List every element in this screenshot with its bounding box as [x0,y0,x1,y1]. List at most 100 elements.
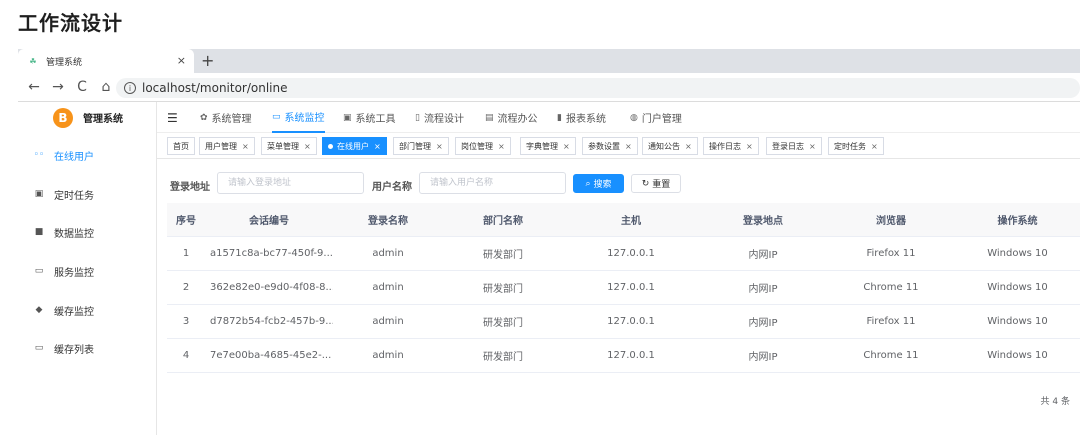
tag-view-item[interactable]: 首页 [167,137,195,155]
table-row[interactable]: 4 7e7e00ba-4685-45e2-... admin 研发部门 127.0.0.… [167,339,1080,373]
tag-view-item[interactable]: 岗位管理 × [455,137,511,155]
topnav-item[interactable]: ✿ 系统管理 [200,102,252,133]
table-cell: Windows 10 [987,350,1048,361]
tag-view-item[interactable]: 字典管理 × [520,137,576,155]
tag-view-item[interactable]: 登录日志 × [766,137,822,155]
close-tag-icon[interactable]: × [809,142,816,151]
table-cell: admin [372,248,404,259]
app-name: 管理系统 [83,114,123,125]
topnav-item[interactable]: ▣ 系统工具 [343,102,396,133]
topnav-item[interactable]: ▭ 系统监控 [272,102,325,133]
hamburger-icon[interactable]: ☰ [167,111,178,125]
table-header: 序号 会话编号 登录名称 部门名称 主机 登录地点 浏览器 操作系统 [167,203,1080,237]
close-tag-icon[interactable]: × [563,142,570,151]
home-icon[interactable]: ⌂ [96,79,116,95]
sidebar-item[interactable]: ◆ 缓存监控 [18,297,156,323]
column-header: 部门名称 [483,216,523,227]
table-cell: admin [372,316,404,327]
tag-view-item[interactable]: 操作日志 × [703,137,759,155]
search-button-label: 搜索 [593,180,612,190]
table-cell: 研发部门 [483,318,523,329]
pagination-total: 共 4 条 [1040,397,1070,407]
redis-icon: ◆ [35,305,43,315]
toolbox-icon: ▣ [343,112,352,123]
close-tag-icon[interactable]: × [746,142,753,151]
sidebar-item[interactable]: ▣ 定时任务 [18,181,156,207]
monitor-icon: ▭ [34,266,44,276]
close-tag-icon[interactable]: × [242,142,249,151]
forward-icon[interactable]: → [48,79,68,95]
address-bar[interactable]: i localhost/monitor/online [116,78,1080,98]
online-users-table: 序号 会话编号 登录名称 部门名称 主机 登录地点 浏览器 操作系统 1 a1571c8a-bc… [167,203,1080,373]
tag-view-item[interactable]: 参数设置 × [582,137,638,155]
table-cell: 4 [182,350,190,361]
close-tag-icon[interactable]: × [685,142,692,151]
tag-label: 通知公告 [648,141,680,151]
table-cell: 内网IP [748,284,778,295]
close-tag-icon[interactable]: × [304,142,311,151]
browser-tab-strip: ☘ 管理系统 × + [18,49,1080,73]
tag-view-item[interactable]: 定时任务 × [828,137,884,155]
tag-view-item[interactable]: 在线用户 × [322,137,387,155]
username-input[interactable] [419,172,566,194]
page-title: 工作流设计 [18,11,123,35]
sidebar-item[interactable]: ◦◦ 在线用户 [18,142,156,168]
sidebar-item-label: 定时任务 [54,190,94,202]
topnav-item[interactable]: ▯ 流程设计 [415,102,464,133]
sidebar-item[interactable]: ▭ 缓存列表 [18,335,156,361]
table-cell: 内网IP [748,352,778,363]
tag-view-item[interactable]: 用户管理 × [199,137,255,155]
column-header: 登录名称 [368,216,408,227]
topnav-item-label: 系统管理 [211,114,252,125]
close-tag-icon[interactable]: × [498,142,505,151]
search-icon: ⌕ [585,178,591,189]
topnav-item-label: 系统监控 [284,113,325,124]
table-cell: 362e82e0-e9d0-4f08-8... [210,282,333,293]
close-tab-icon[interactable]: × [177,54,186,67]
topnav-item[interactable]: ◍ 门户管理 [630,102,682,133]
tag-view-item[interactable]: 部门管理 × [393,137,449,155]
table-cell: 1 [182,248,190,259]
job-icon: ▣ [34,189,44,199]
browser-tab-title: 管理系统 [46,57,83,68]
username-label: 用户名称 [372,182,412,193]
table-cell: 研发部门 [483,284,523,295]
ip-label: 登录地址 [170,182,210,193]
topnav-item-label: 流程办公 [497,114,538,125]
table-cell: Firefox 11 [866,248,916,259]
close-tag-icon[interactable]: × [374,142,381,151]
info-icon[interactable]: i [124,82,136,94]
close-tag-icon[interactable]: × [436,142,443,151]
browser-toolbar: ← → C ⌂ i localhost/monitor/online [18,73,1080,102]
tag-view-item[interactable]: 菜单管理 × [261,137,317,155]
back-icon[interactable]: ← [24,79,44,95]
sidebar-item[interactable]: ▭ 服务监控 [18,258,156,284]
reset-button[interactable]: ↻ 重置 [631,174,681,193]
search-button[interactable]: ⌕ 搜索 [573,174,624,193]
topnav-item[interactable]: ▮ 报表系统 [557,102,606,133]
table-row[interactable]: 3 d7872b54-fcb2-457b-9... admin 研发部门 127.0.0… [167,305,1080,339]
close-tag-icon[interactable]: × [871,142,878,151]
sidebar-item[interactable]: ■ 数据监控 [18,219,156,245]
sidebar-item-label: 缓存列表 [54,344,94,356]
flow-icon: ▯ [415,112,420,123]
tag-view-item[interactable]: 通知公告 × [642,137,698,155]
topnav-item[interactable]: ▤ 流程办公 [485,102,538,133]
table-cell: Windows 10 [987,248,1048,259]
table-cell: 3 [182,316,190,327]
browser-tab[interactable]: ☘ 管理系统 × [18,49,194,73]
column-header: 操作系统 [997,216,1038,227]
table-row[interactable]: 2 362e82e0-e9d0-4f08-8... admin 研发部门 127.0.0… [167,271,1080,305]
ip-address-input[interactable] [217,172,364,194]
sidebar: B 管理系统 ◦◦ 在线用户 ▣ 定时任务 ■ 数据监控 ▭ 服务监控 ◆ 缓存监控 ▭ 缓存列表 [18,102,157,435]
close-tag-icon[interactable]: × [625,142,632,151]
new-tab-button[interactable]: + [201,51,214,70]
column-header: 序号 [176,216,196,227]
reload-icon[interactable]: C [72,79,92,95]
tag-label: 字典管理 [526,141,558,151]
table-cell: 研发部门 [483,352,523,363]
favicon-icon: ☘ [29,56,37,66]
table-row[interactable]: 1 a1571c8a-bc77-450f-9... admin 研发部门 127.0.0… [167,237,1080,271]
table-cell: 2 [182,282,190,293]
table-cell: a1571c8a-bc77-450f-9... [210,248,333,259]
